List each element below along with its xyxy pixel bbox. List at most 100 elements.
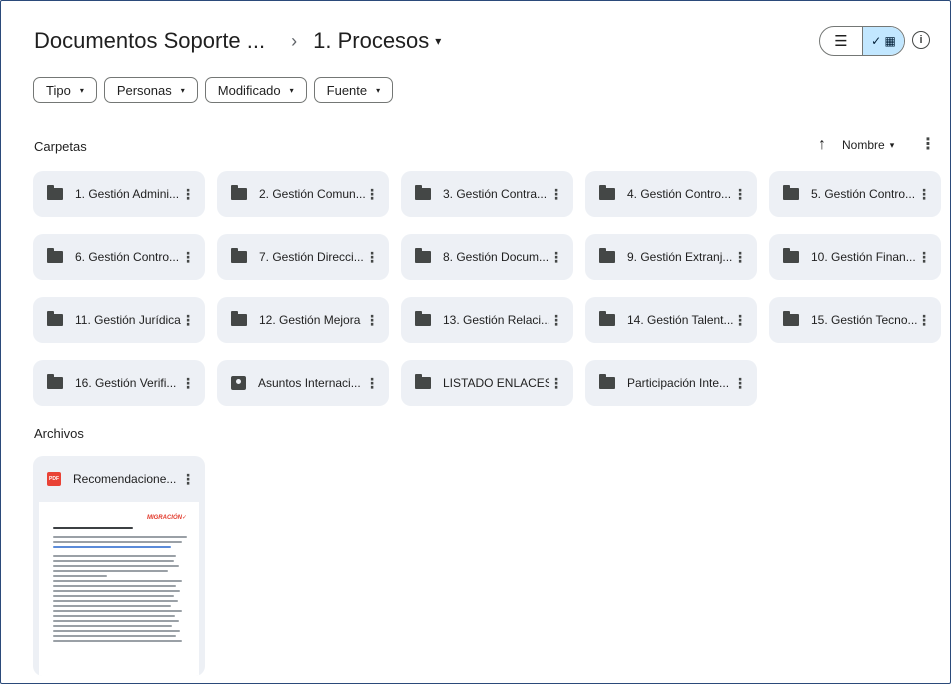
folder-item[interactable]: 1. Gestión Admini... ⋮ bbox=[33, 171, 205, 217]
folder-icon bbox=[47, 248, 63, 263]
folder-name: Asuntos Internaci... bbox=[258, 376, 361, 390]
folder-icon bbox=[599, 185, 615, 200]
folder-grid: 1. Gestión Admini... ⋮ 2. Gestión Comun...… bbox=[33, 171, 941, 406]
folder-name: 8. Gestión Docum... bbox=[443, 250, 549, 264]
more-options-icon[interactable]: ⋮ bbox=[549, 186, 563, 203]
folder-item[interactable]: 14. Gestión Talent... ⋮ bbox=[585, 297, 757, 343]
more-options-icon[interactable]: ⋮ bbox=[181, 471, 195, 488]
folder-item[interactable]: 15. Gestión Tecno... ⋮ bbox=[769, 297, 941, 343]
grid-view-button[interactable]: ✓ ▦ bbox=[862, 27, 904, 55]
filter-chip-tipo[interactable]: Tipo ▾ bbox=[33, 77, 97, 103]
caret-down-icon: ▾ bbox=[435, 34, 442, 48]
more-options-icon[interactable]: ⋮ bbox=[733, 249, 747, 266]
thumbnail-logo: MIGRACIÓN✓ bbox=[146, 515, 187, 521]
more-options-icon[interactable]: ⋮ bbox=[549, 312, 563, 329]
folder-item[interactable]: 5. Gestión Contro... ⋮ bbox=[769, 171, 941, 217]
folder-item[interactable]: 12. Gestión Mejora ⋮ bbox=[217, 297, 389, 343]
folder-item[interactable]: Asuntos Internaci... ⋮ bbox=[217, 360, 389, 406]
caret-down-icon: ▾ bbox=[79, 85, 84, 95]
folder-icon bbox=[415, 248, 431, 263]
grid-icon: ✓ ▦ bbox=[871, 34, 896, 48]
more-options-icon[interactable]: ⋮ bbox=[917, 186, 931, 203]
breadcrumb: Documentos Soporte ... › 1. Procesos ▾ bbox=[34, 28, 441, 54]
filter-chip-label: Personas bbox=[116, 82, 172, 98]
more-options-icon[interactable]: ⋮ bbox=[181, 186, 195, 203]
file-card-header: PDF Recomendacione... ⋮ bbox=[33, 456, 205, 502]
folder-name: 16. Gestión Verifi... bbox=[75, 376, 177, 390]
files-section-title: Archivos bbox=[34, 426, 84, 441]
folder-item[interactable]: 2. Gestión Comun... ⋮ bbox=[217, 171, 389, 217]
folder-name: 10. Gestión Finan... bbox=[811, 250, 916, 264]
folder-item[interactable]: 11. Gestión Jurídica ⋮ bbox=[33, 297, 205, 343]
filter-chip-personas[interactable]: Personas ▾ bbox=[103, 77, 198, 103]
folder-item[interactable]: 7. Gestión Direcci... ⋮ bbox=[217, 234, 389, 280]
breadcrumb-current[interactable]: 1. Procesos ▾ bbox=[313, 28, 441, 54]
filter-chip-modificado[interactable]: Modificado ▾ bbox=[204, 77, 307, 103]
caret-down-icon: ▾ bbox=[180, 85, 185, 95]
folder-icon bbox=[599, 374, 615, 389]
shared-folder-icon bbox=[231, 376, 246, 390]
folder-item[interactable]: 4. Gestión Contro... ⋮ bbox=[585, 171, 757, 217]
more-options-icon[interactable]: ⋮ bbox=[549, 375, 563, 392]
folder-name: 5. Gestión Contro... bbox=[811, 187, 916, 201]
sort-control[interactable]: ↑ Nombre ▾ bbox=[818, 136, 894, 154]
sort-label: Nombre bbox=[842, 138, 885, 152]
more-options-icon[interactable]: ⋮ bbox=[181, 312, 195, 329]
folder-item[interactable]: Participación Inte... ⋮ bbox=[585, 360, 757, 406]
folder-name: 4. Gestión Contro... bbox=[627, 187, 732, 201]
folder-name: 14. Gestión Talent... bbox=[627, 313, 733, 327]
folder-name: Participación Inte... bbox=[627, 376, 730, 390]
folder-icon bbox=[47, 185, 63, 200]
folder-item[interactable]: LISTADO ENLACES ⋮ bbox=[401, 360, 573, 406]
caret-down-icon: ▾ bbox=[376, 85, 381, 95]
folder-name: 13. Gestión Relaci... bbox=[443, 313, 549, 327]
more-options-icon[interactable]: ⋮ bbox=[733, 186, 747, 203]
folder-name: 11. Gestión Jurídica bbox=[75, 313, 181, 327]
folder-item[interactable]: 8. Gestión Docum... ⋮ bbox=[401, 234, 573, 280]
more-options-icon[interactable]: ⋮ bbox=[733, 312, 747, 329]
caret-down-icon: ▾ bbox=[289, 85, 294, 95]
folder-item[interactable]: 16. Gestión Verifi... ⋮ bbox=[33, 360, 205, 406]
folder-icon bbox=[783, 185, 799, 200]
more-options-icon[interactable]: ⋮ bbox=[733, 375, 747, 392]
folder-name: LISTADO ENLACES bbox=[443, 376, 549, 390]
folder-item[interactable]: 10. Gestión Finan... ⋮ bbox=[769, 234, 941, 280]
folder-item[interactable]: 13. Gestión Relaci... ⋮ bbox=[401, 297, 573, 343]
more-options-icon[interactable]: ⋮ bbox=[365, 249, 379, 266]
folder-icon bbox=[231, 185, 247, 200]
breadcrumb-root[interactable]: Documentos Soporte ... bbox=[34, 28, 265, 54]
folder-item[interactable]: 6. Gestión Contro... ⋮ bbox=[33, 234, 205, 280]
more-options-icon[interactable]: ⋮ bbox=[365, 312, 379, 329]
folder-name: 6. Gestión Contro... bbox=[75, 250, 180, 264]
folder-name: 12. Gestión Mejora bbox=[259, 313, 361, 327]
filter-chip-fuente[interactable]: Fuente ▾ bbox=[313, 77, 394, 103]
folder-name: 15. Gestión Tecno... bbox=[811, 313, 917, 327]
folder-icon bbox=[231, 248, 247, 263]
filter-chip-label: Tipo bbox=[46, 82, 71, 98]
more-options-icon[interactable]: ⋮ bbox=[917, 249, 931, 266]
file-thumbnail: MIGRACIÓN✓ bbox=[39, 502, 199, 676]
more-options-icon[interactable]: ⋮ bbox=[549, 249, 563, 266]
list-view-button[interactable]: ☰ bbox=[820, 27, 862, 55]
filter-chip-label: Fuente bbox=[326, 82, 368, 98]
view-toggle: ☰ ✓ ▦ bbox=[819, 26, 905, 56]
more-options-icon[interactable]: ⋮ bbox=[181, 375, 195, 392]
folder-icon bbox=[415, 185, 431, 200]
more-options-icon[interactable]: ⋮ bbox=[917, 312, 931, 329]
more-options-icon[interactable]: ⋮ bbox=[181, 249, 195, 266]
file-card[interactable]: PDF Recomendacione... ⋮ MIGRACIÓN✓ bbox=[33, 456, 205, 676]
more-options-icon[interactable]: ⋮ bbox=[365, 186, 379, 203]
sort-direction-icon[interactable]: ↑ bbox=[818, 136, 826, 154]
caret-down-icon: ▾ bbox=[889, 139, 895, 150]
folder-icon bbox=[47, 374, 63, 389]
more-options-icon[interactable]: ⋮ bbox=[920, 134, 936, 154]
folder-name: 2. Gestión Comun... bbox=[259, 187, 365, 201]
folder-item[interactable]: 9. Gestión Extranj... ⋮ bbox=[585, 234, 757, 280]
folder-item[interactable]: 3. Gestión Contra... ⋮ bbox=[401, 171, 573, 217]
folder-name: 9. Gestión Extranj... bbox=[627, 250, 733, 264]
list-icon: ☰ bbox=[834, 33, 848, 50]
folders-section-title: Carpetas bbox=[34, 139, 87, 154]
info-icon[interactable]: i bbox=[912, 31, 930, 49]
pdf-icon: PDF bbox=[47, 472, 61, 486]
more-options-icon[interactable]: ⋮ bbox=[365, 375, 379, 392]
